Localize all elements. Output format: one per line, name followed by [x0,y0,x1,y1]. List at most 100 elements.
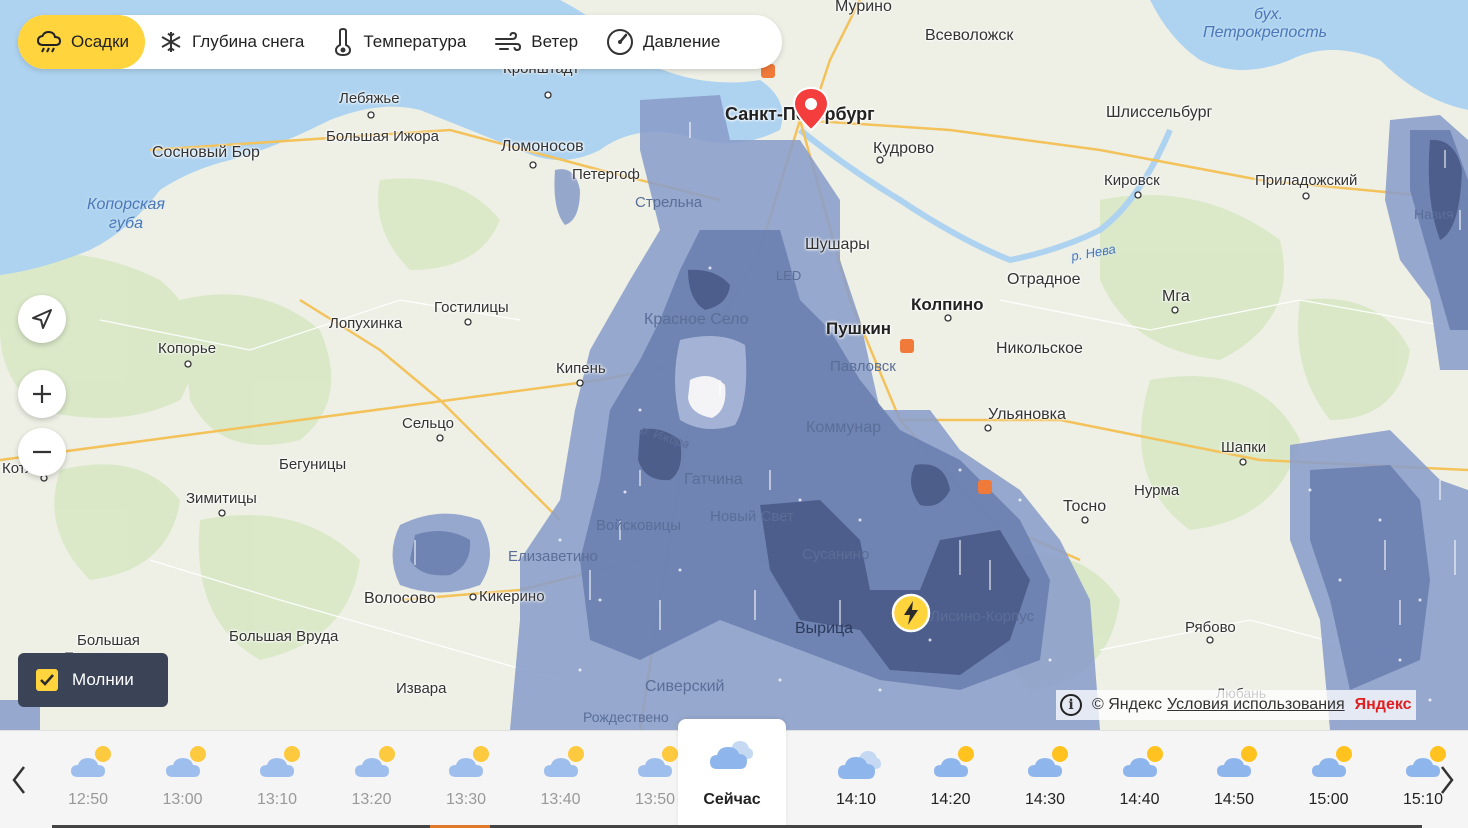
map-label-voiskovitsy: Войсковицы [596,517,682,534]
layer-snow-depth-label: Глубина снега [192,32,305,51]
snowflake-icon [161,32,181,52]
map-label-shushary: Шушары [805,236,870,253]
info-icon[interactable]: i [1060,694,1082,716]
map-label-kommunar: Коммунар [806,419,882,436]
copyright-bar: i © Яндекс Условия использования Яндекс [1056,690,1416,720]
map-label-kudrovo: Кудрово [873,140,935,157]
zoom-in-button[interactable] [18,370,66,418]
lightning-toggle[interactable]: Молнии [18,653,168,707]
timeline-slot-time: 13:30 [445,791,487,808]
timeline-slot-time: 13:10 [256,791,298,808]
map-label-izvara: Извара [396,680,447,697]
layer-snow-depth-button[interactable]: Глубина снега [145,15,318,69]
minus-icon [33,450,51,454]
map-label-nikolskoe: Никольское [996,340,1083,357]
map-label-siversky: Сиверский [645,678,725,695]
map-label-mga: Мга [1162,288,1190,305]
cloudy-icon [710,741,753,769]
lightning-toggle-label: Молнии [72,670,134,689]
timeline-slot[interactable]: 13:30 [419,731,513,828]
map-label-susanino: Сусанино [802,546,870,563]
map-label-shapki: Шапки [1221,439,1267,456]
map-label-koporskaya-guba: Копорская губа [87,196,165,232]
timeline-slot[interactable]: 14:10 [809,731,903,828]
timeline-slot-time: 14:20 [930,791,971,808]
timeline-slot[interactable]: 12:50 [41,731,135,828]
map-label-otradnoe: Отрадное [1007,271,1081,288]
timeline-slot-time: 12:50 [67,791,109,808]
partly-cloudy-icon [71,746,111,777]
partly-cloudy-icon [1311,746,1352,777]
rain-cloud-icon [36,30,62,53]
map-label-sosnovy-bor: Сосновый Бор [152,144,260,161]
map-label-rozhdestveno: Рождествено [583,709,669,725]
partly-cloudy-icon [543,746,584,777]
map-label-lisino: Лисино-Корпус [930,608,1035,625]
timeline-slot[interactable]: 13:40 [514,731,608,828]
layer-wind-label: Ветер [531,32,579,51]
partly-cloudy-icon [1217,746,1257,777]
map-label-lomonosov: Ломоносов [501,138,584,155]
map-label-nazia: Назия [1414,206,1454,222]
timeline-slot[interactable]: 15:00 [1282,731,1376,828]
map-label-ryabovo: Рябово [1185,619,1236,636]
timeline-slot-time: 13:40 [540,791,581,808]
partly-cloudy-icon [260,746,300,777]
layer-wind-button[interactable]: Ветер [480,15,592,69]
timeline-slot-time: 13:00 [162,791,203,808]
timeline-slot[interactable]: 14:20 [904,731,998,828]
map-label-kirovsk: Кировск [1104,172,1160,189]
layer-toolbar: Осадки Глубина снега Температура Ветер Д… [18,15,782,69]
map-label-pavlovsk: Павловск [830,358,896,375]
map-label-peterhof: Петергоф [572,166,640,183]
map-label-gostilitsy: Гостилицы [434,299,509,316]
map-label-lopukhinka: Лопухинка [329,315,403,332]
map-label-priladozhsky: Приладожский [1255,172,1358,189]
thermometer-icon [335,28,352,56]
gauge-icon [607,29,634,55]
timeline-slot-time: 14:40 [1119,791,1160,808]
map-label-elizavetino: Елизаветино [508,548,598,565]
location-pin-icon[interactable] [792,86,830,134]
timeline-slot-now[interactable]: Сейчас [678,719,786,828]
timeline-slot[interactable]: 14:40 [1093,731,1187,828]
timeline-slot[interactable]: 15:10 [1376,731,1468,828]
timeline-slot[interactable]: 14:30 [998,731,1092,828]
partly-cloudy-icon [165,746,206,777]
timeline-slot[interactable]: 13:10 [230,731,324,828]
map-label-koporye: Копорье [158,340,217,357]
layer-pressure-label: Давление [643,32,721,51]
map-label-bolshaya-vruda: Большая Вруда [229,628,339,645]
timeline-slot[interactable]: 14:50 [1187,731,1281,828]
lightning-checkbox[interactable] [36,669,58,691]
timeline-slot-time: Сейчас [703,791,761,808]
map-label-begunitsy: Бегуницы [279,456,347,473]
timeline-slot[interactable]: 13:00 [136,731,230,828]
map-label-bolshaya: Большая [77,632,140,649]
weather-map[interactable]: Мурино Всеволожск бух. Петрокрепость Кро… [0,0,1468,730]
wind-icon [495,31,522,52]
map-label-nurma: Нурма [1134,482,1180,499]
plus-icon [33,385,51,403]
terms-link[interactable]: Условия использования [1167,696,1345,714]
zoom-out-button[interactable] [18,428,66,476]
layer-precipitation-button[interactable]: Осадки [18,15,146,69]
map-label-tosno: Тосно [1063,498,1107,515]
timeline-slot-time: 15:10 [1402,791,1444,808]
partly-cloudy-icon [354,746,395,777]
partly-cloudy-icon [1406,746,1446,777]
locate-me-button[interactable] [18,295,66,343]
timeline-slot-time: 15:00 [1308,791,1349,808]
chevron-left-icon [12,765,25,794]
map-label-kolpino: Колпино [911,295,984,314]
layer-pressure-button[interactable]: Давление [592,15,734,69]
navigation-arrow-icon [32,309,52,329]
layer-precipitation-label: Осадки [71,32,130,51]
lightning-marker-icon[interactable] [891,593,931,633]
timeline-prev-button[interactable] [0,731,38,828]
partly-cloudy-icon [638,746,678,777]
map-label-bukhta: бух. [1254,6,1284,23]
timeline-slot[interactable]: 13:20 [325,731,419,828]
yandex-logo[interactable]: Яндекс [1355,696,1412,714]
layer-temperature-button[interactable]: Температура [318,15,480,69]
